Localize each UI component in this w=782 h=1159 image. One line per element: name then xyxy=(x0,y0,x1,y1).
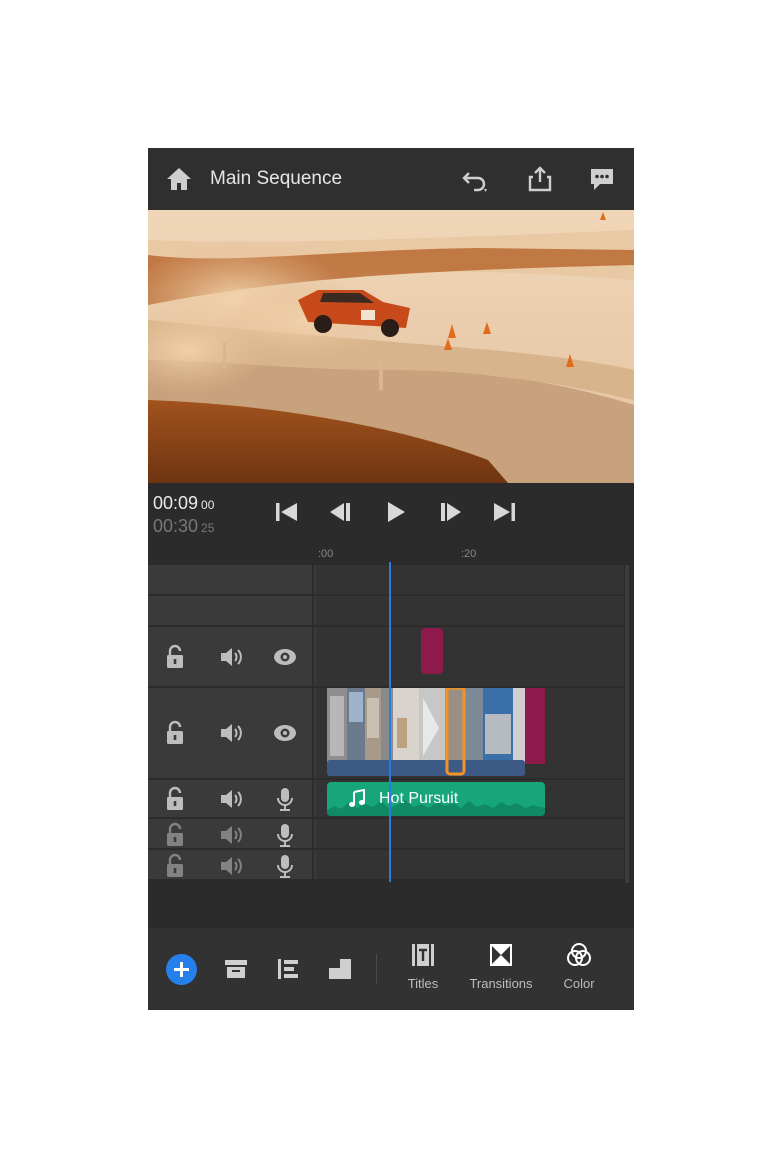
timeline-ruler[interactable]: :00 :20 xyxy=(148,541,634,565)
home-icon[interactable] xyxy=(164,165,194,193)
track-header xyxy=(148,627,314,686)
duration-timecode: 00:30 25 xyxy=(153,516,215,536)
track-row xyxy=(148,565,624,596)
track-area[interactable] xyxy=(316,819,624,848)
video-clips-strip[interactable] xyxy=(327,688,545,778)
transitions-button[interactable]: Transitions xyxy=(466,942,536,1002)
microphone-icon[interactable] xyxy=(272,853,298,879)
track-header xyxy=(148,850,314,879)
color-icon xyxy=(567,943,591,966)
eye-icon[interactable] xyxy=(272,644,298,670)
color-label: Color xyxy=(563,976,595,991)
track-header xyxy=(148,688,314,778)
ruler-mark-0: :00 xyxy=(318,548,334,560)
track-header xyxy=(148,819,314,848)
archive-icon[interactable] xyxy=(222,955,250,983)
color-button[interactable]: Color xyxy=(544,942,614,1002)
current-timecode: 00:09 00 xyxy=(153,493,215,513)
share-icon[interactable] xyxy=(525,165,555,193)
add-button[interactable] xyxy=(166,954,197,985)
play-icon[interactable] xyxy=(382,499,410,525)
speaker-icon[interactable] xyxy=(218,853,244,879)
track-row xyxy=(148,596,624,627)
speaker-icon[interactable] xyxy=(218,644,244,670)
audio-clip[interactable]: Hot Pursuit xyxy=(327,782,545,816)
skip-to-start-icon[interactable] xyxy=(273,499,301,525)
lock-open-icon[interactable] xyxy=(162,822,188,848)
speaker-icon[interactable] xyxy=(218,786,244,812)
track-row-audio xyxy=(148,819,624,850)
track-row-graphics xyxy=(148,627,624,688)
track-area[interactable] xyxy=(316,627,624,686)
speaker-icon[interactable] xyxy=(218,822,244,848)
skip-to-end-icon[interactable] xyxy=(490,499,518,525)
track-header xyxy=(148,565,314,594)
microphone-icon[interactable] xyxy=(272,822,298,848)
track-row-audio xyxy=(148,850,624,881)
sequence-title: Main Sequence xyxy=(210,168,343,189)
undo-icon[interactable] xyxy=(460,165,490,193)
lock-open-icon[interactable] xyxy=(162,786,188,812)
lock-open-icon[interactable] xyxy=(162,644,188,670)
step-forward-icon[interactable] xyxy=(436,499,464,525)
track-area[interactable] xyxy=(316,850,624,879)
align-track-icon[interactable] xyxy=(274,955,302,983)
ruler-mark-20: :20 xyxy=(461,548,477,560)
transitions-icon xyxy=(490,944,512,966)
track-header xyxy=(148,780,314,817)
comment-icon[interactable] xyxy=(587,165,617,193)
music-note-icon xyxy=(349,789,365,807)
playhead[interactable] xyxy=(389,562,391,882)
track-header xyxy=(148,596,314,625)
lock-open-icon[interactable] xyxy=(162,853,188,879)
playback-controls: 00:09 00 00:30 25 xyxy=(148,483,634,541)
toolbar-divider xyxy=(376,954,377,984)
eye-icon[interactable] xyxy=(272,720,298,746)
titles-button[interactable]: Titles xyxy=(388,942,458,1002)
crop-layout-icon[interactable] xyxy=(326,955,354,983)
speaker-icon[interactable] xyxy=(218,720,244,746)
video-preview[interactable] xyxy=(148,210,634,483)
timeline-scrollbar[interactable] xyxy=(625,565,629,883)
title-clip[interactable] xyxy=(421,628,443,674)
step-back-icon[interactable] xyxy=(327,499,355,525)
titles-icon xyxy=(412,944,434,966)
microphone-icon[interactable] xyxy=(272,786,298,812)
lock-open-icon[interactable] xyxy=(162,720,188,746)
bottom-toolbar: Titles Transitions Color xyxy=(148,928,634,1010)
app-screen: Main Sequence 00:09 00 00:30 25:00:20 … xyxy=(148,148,634,1010)
app-header: Main Sequence xyxy=(148,148,634,210)
titles-label: Titles xyxy=(407,976,439,991)
transitions-label: Transitions xyxy=(469,976,533,991)
track-area[interactable] xyxy=(316,596,624,625)
track-area[interactable] xyxy=(316,565,624,594)
